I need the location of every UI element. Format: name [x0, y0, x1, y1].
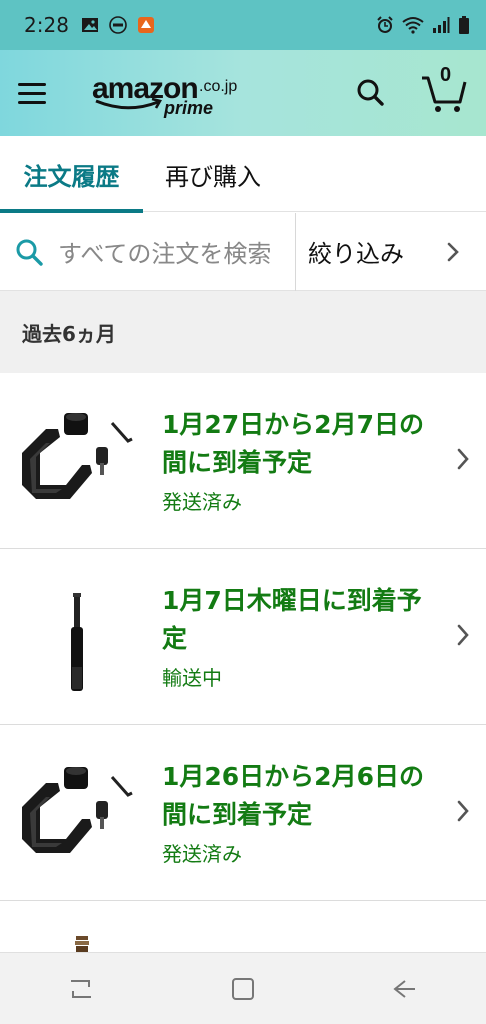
product-thumbnail — [16, 403, 140, 523]
order-item[interactable]: 1月7日木曜日に到着予定 輸送中 — [0, 549, 486, 725]
smile-arrow-icon — [95, 98, 162, 110]
order-text: 1月26日から2月6日の間に到着予定 発送済み — [162, 758, 432, 867]
order-delivery-estimate: 1月7日木曜日に到着予定 — [162, 586, 422, 653]
order-text: 1月7日木曜日に到着予定 輸送中 — [162, 582, 432, 691]
chevron-right-icon — [457, 800, 469, 822]
image-icon — [81, 18, 98, 32]
game-app-icon — [137, 17, 154, 33]
logo-prime: prime — [164, 98, 214, 118]
search-filter-row: すべての注文を検索 絞り込み — [0, 212, 486, 291]
recent-apps-icon — [71, 979, 91, 998]
cart-button[interactable]: 0 — [418, 64, 470, 116]
order-text: 1月27日から2月7日の間に到着予定 発送済み — [162, 406, 432, 515]
section-title: 過去6ヵ月 — [0, 291, 486, 373]
menu-line — [18, 82, 46, 86]
order-search-input[interactable]: すべての注文を検索 — [0, 212, 296, 291]
order-item[interactable]: 1月27日から2月7日の間に到着予定 発送済み — [0, 373, 486, 549]
order-item[interactable]: 1月26日から2月6日の間に到着予定 発送済み — [0, 725, 486, 901]
product-thumbnail — [75, 936, 89, 952]
tab-order-history[interactable]: 注文履歴 — [0, 136, 143, 213]
line-app-icon — [109, 16, 127, 34]
home-icon — [232, 977, 254, 1000]
order-delivery-estimate: 1月27日から2月7日の間に到着予定 — [162, 410, 424, 477]
logo-domain: .co.jp — [199, 78, 238, 95]
order-status: 輸送中 — [162, 666, 222, 690]
recent-apps-button[interactable] — [51, 959, 111, 1019]
home-button[interactable] — [213, 959, 273, 1019]
chevron-right-icon — [457, 624, 469, 646]
menu-line — [18, 100, 46, 104]
chevron-right-icon — [447, 242, 459, 261]
order-status: 発送済み — [162, 490, 242, 514]
order-status: 発送済み — [162, 842, 242, 866]
header-search-button[interactable] — [350, 72, 392, 114]
cart-count: 0 — [440, 64, 452, 86]
wifi-icon — [402, 17, 424, 34]
chevron-right-icon — [457, 448, 469, 470]
camera-cage-image — [22, 767, 133, 853]
order-item-partial[interactable] — [0, 904, 486, 952]
selfie-stick-image — [71, 593, 83, 691]
app-header: amazon .co.jp prime 0 — [0, 50, 486, 136]
order-tabs: 注文履歴 再び購入 — [0, 136, 486, 213]
order-delivery-estimate: 1月26日から2月6日の間に到着予定 — [162, 762, 424, 829]
system-navigation-bar — [0, 952, 486, 1024]
hamburger-menu-button[interactable] — [18, 67, 70, 119]
alarm-icon — [377, 16, 393, 33]
back-arrow-icon — [393, 979, 415, 998]
search-icon — [16, 239, 43, 266]
signal-icon — [433, 17, 450, 33]
search-placeholder: すべての注文を検索 — [58, 240, 272, 268]
tab-buy-again[interactable]: 再び購入 — [143, 136, 277, 212]
amazon-prime-logo[interactable]: amazon .co.jp prime — [92, 68, 252, 118]
search-icon — [357, 79, 384, 106]
filter-label: 絞り込み — [308, 240, 404, 268]
product-thumbnail — [16, 757, 140, 877]
battery-icon — [459, 16, 469, 34]
status-time: 2:28 — [24, 13, 69, 37]
filter-button[interactable]: 絞り込み — [296, 213, 486, 291]
camera-cage-image — [22, 413, 133, 499]
back-button[interactable] — [375, 959, 435, 1019]
status-bar: 2:28 — [0, 0, 486, 50]
product-thumbnail — [16, 577, 140, 697]
menu-line — [18, 91, 46, 95]
